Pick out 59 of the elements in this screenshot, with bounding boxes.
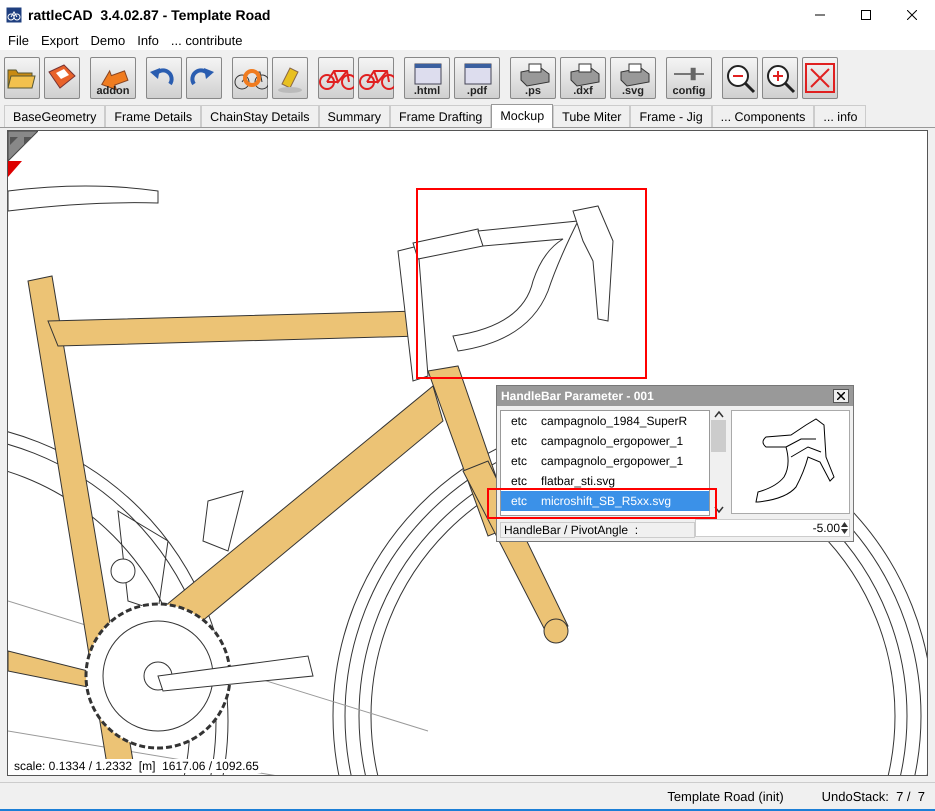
file-name-cell-text: campagnolo_1984_SuperR <box>540 414 688 428</box>
tab[interactable]: Frame Drafting <box>390 105 492 127</box>
toolbar-button[interactable]: config <box>666 57 712 99</box>
menu-item[interactable]: ... contribute <box>164 32 248 48</box>
file-name-cell-text: microshift_SB_R5xx.svg <box>540 494 672 508</box>
toolbar-button[interactable]: .svg <box>610 57 656 99</box>
list-row[interactable]: etc campagnolo_ergopower_1 <box>501 451 709 471</box>
toolbar-button[interactable]: addon <box>90 57 136 99</box>
list-row[interactable]: etc campagnolo_ergopower_1 <box>501 431 709 451</box>
group-cell-text: etc <box>510 454 528 468</box>
toolbar-button[interactable] <box>722 57 758 99</box>
tab[interactable]: Tube Miter <box>553 105 630 127</box>
number-spinner[interactable]: -5.00 <box>695 519 850 537</box>
slider-icon <box>674 66 704 82</box>
close-icon <box>907 10 917 20</box>
menu-item[interactable]: Info <box>131 32 165 48</box>
toolbar-button[interactable] <box>4 57 40 99</box>
spin-arrows-icon <box>840 521 849 535</box>
tab[interactable]: ChainStay Details <box>201 105 319 127</box>
tab[interactable]: Frame - Jig <box>630 105 712 127</box>
toolbar-button[interactable]: .pdf <box>454 57 500 99</box>
scroll-down-icon <box>714 506 724 514</box>
tab[interactable]: ... Components <box>712 105 814 127</box>
menu-item[interactable]: Export <box>34 32 85 48</box>
menu-item[interactable]: Demo <box>84 32 132 48</box>
parameter-label: HandleBar / PivotAngle : <box>500 522 695 538</box>
toolbar-button[interactable] <box>44 57 80 99</box>
maximize-icon <box>861 10 871 20</box>
fit-to-window-icon <box>802 60 838 96</box>
undo-stack-status: UndoStack: 7 / 7 <box>822 788 925 804</box>
file-name-cell-text: campagnolo_ergopower_1 <box>540 454 684 468</box>
menu-item[interactable]: File <box>2 32 35 48</box>
group-cell-text: etc <box>510 414 528 428</box>
group-cell-text: etc <box>510 474 528 488</box>
toolbar-button[interactable]: .ps <box>510 57 556 99</box>
window-title: rattleCAD 3.4.02.87 - Template Road <box>28 7 272 23</box>
toolbar-button[interactable]: .dxf <box>560 57 606 99</box>
dialog-title: HandleBar Parameter - 001 <box>501 389 655 403</box>
list-row[interactable]: etc campagnolo_1984_SuperR <box>501 411 709 431</box>
scroll-up-icon <box>714 410 724 418</box>
tab[interactable]: Mockup <box>491 104 554 128</box>
group-cell-text: etc <box>510 434 528 448</box>
toolbar-button[interactable] <box>232 57 268 99</box>
toolbar-button[interactable] <box>762 57 798 99</box>
tab[interactable]: Frame Details <box>105 105 202 127</box>
toolbar-button[interactable]: .html <box>404 57 450 99</box>
group-cell-text: etc <box>510 494 528 508</box>
project-status: Template Road (init) <box>667 788 784 804</box>
list-row[interactable]: etc flatbar_sti.svg <box>501 471 709 491</box>
close-button[interactable] <box>833 389 849 403</box>
tab[interactable]: Summary <box>318 105 390 127</box>
scroll-thumb[interactable] <box>711 420 726 452</box>
file-name-cell-text: flatbar_sti.svg <box>540 474 616 488</box>
app-logo-icon <box>6 7 22 23</box>
tab[interactable]: BaseGeometry <box>4 105 106 127</box>
tab[interactable]: ... info <box>814 105 866 127</box>
close-icon <box>837 392 845 400</box>
scale-readout: scale: 0.1334 / 1.2332 [m] 1617.06 / 1092.65 <box>12 759 261 773</box>
file-name-cell-text: campagnolo_ergopower_1 <box>540 434 684 448</box>
